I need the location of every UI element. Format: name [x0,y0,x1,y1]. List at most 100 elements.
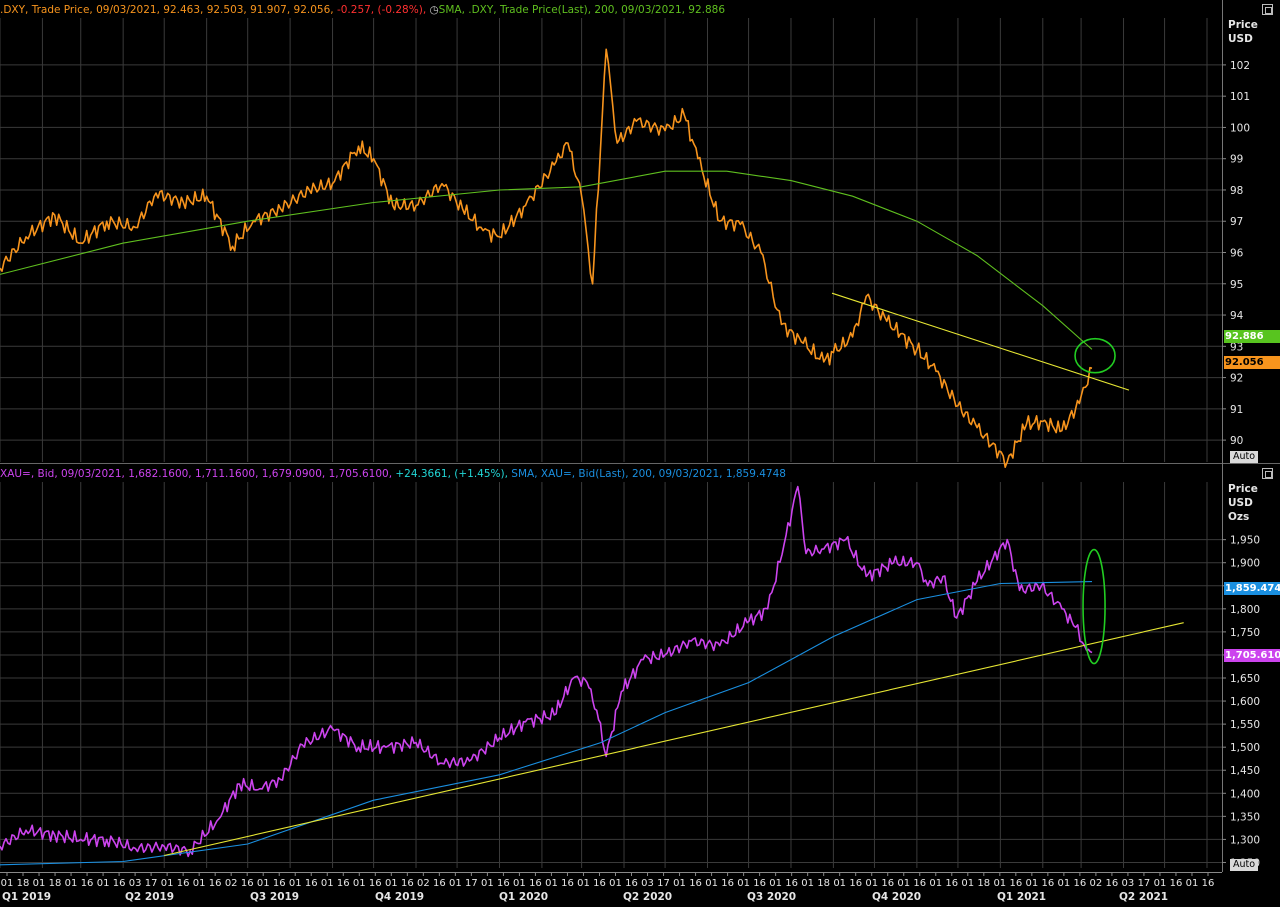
time-tick-label: 01 [801,878,814,889]
y-tick-label: 90 [1230,435,1243,447]
y-tick-label: 1,600 [1230,696,1260,708]
time-tick-label: 16 [177,878,190,889]
top-legend: .DXY, Trade Price, 09/03/2021, 92.463, 9… [0,1,1222,19]
y-tick-label: 1,500 [1230,742,1260,754]
y-tick-label: 92 [1230,373,1243,385]
time-tick-label: 01 [705,878,718,889]
y-tick-label: 95 [1230,279,1243,291]
time-tick-label: 16 [593,878,606,889]
time-tick-label: 16 [561,878,574,889]
time-tick-label: 01 [1154,878,1167,889]
chart-canvas[interactable]: 909192939495969798991001011021,2501,3001… [0,0,1280,903]
time-tick-label: 02 [225,878,238,889]
y-tick-label: 91 [1230,404,1243,416]
bottom-axis-title-line2: USD [1228,497,1253,509]
dxy-sma-legend-text: SMA, .DXY, Trade Price(Last), 200, 09/03… [438,4,726,16]
time-tick-label: 16 [241,878,254,889]
y-tick-label: 94 [1230,310,1244,322]
time-tick-label: 01 [161,878,174,889]
time-tick-label: 01 [897,878,910,889]
dxy-change-text: -0.257, (-0.28%), [336,4,427,16]
maximize-top-panel-icon[interactable] [1262,4,1273,15]
dxy-panel: 90 91 92 93 94 95 96 97 98 99 100 101 102 [0,48,1250,468]
time-tick-label: 16 [1074,878,1087,889]
time-tick-label: 16 [369,878,382,889]
time-tick-label: 18 [977,878,990,889]
time-tick-label: 16 [497,878,510,889]
y-tick-label: 1,450 [1230,765,1260,777]
clock-icon: ◷ [429,4,439,16]
time-tick-label: 16 [433,878,446,889]
time-tick-label: 01 [481,878,494,889]
xau-legend-text: XAU=, Bid, 09/03/2021, 1,682.1600, 1,711… [0,468,393,480]
y-tick-label: 99 [1230,154,1243,166]
xau-highlight-ellipse [1082,548,1106,665]
xau-last-price-tag: 1,705.610 [1224,649,1280,662]
time-tick-label: 01 [257,878,270,889]
time-tick-label: 01 [833,878,846,889]
y-tick-label: 101 [1230,91,1250,103]
time-tick-label: 01 [769,878,782,889]
bottom-legend: XAU=, Bid, 09/03/2021, 1,682.1600, 1,711… [0,465,1222,483]
time-tick-label: 01 [1025,878,1038,889]
y-tick-label: 1,400 [1230,788,1260,800]
y-tick-label: 1,300 [1230,834,1260,846]
time-tick-label: 01 [97,878,110,889]
dxy-last-price-tag: 92.056 [1224,356,1280,369]
quarter-label: Q1 2021 [997,891,1046,903]
time-tick-label: 16 [721,878,734,889]
time-tick-label: 16 [945,878,958,889]
y-tick-label: 1,950 [1230,535,1260,547]
time-tick-label: 01 [33,878,46,889]
time-tick-label: 16 [625,878,638,889]
quarter-label: Q2 2020 [623,891,672,903]
time-tick-label: 01 [577,878,590,889]
time-tick-label: 01 [609,878,622,889]
quarter-label: Q1 2019 [2,891,51,903]
y-tick-label: 1,900 [1230,558,1260,570]
y-tick-label: 96 [1230,248,1244,260]
time-tick-label: 16 [1009,878,1022,889]
time-tick-label: 01 [289,878,302,889]
time-tick-label: 01 [1186,878,1199,889]
top-auto-button[interactable]: Auto [1230,451,1258,463]
time-tick-label: 02 [417,878,430,889]
time-tick-label: 01 [65,878,78,889]
time-tick-label: 01 [993,878,1006,889]
time-tick-label: 03 [641,878,654,889]
time-tick-label: 01 [1058,878,1071,889]
time-tick-label: 01 [865,878,878,889]
time-tick-label: 16 [1106,878,1119,889]
time-tick-label: 01 [673,878,686,889]
xau-sma-legend-text: SMA, XAU=, Bid(Last), 200, 09/03/2021, 1… [511,468,786,480]
time-tick-label: 01 [449,878,462,889]
y-tick-label: 97 [1230,216,1243,228]
bottom-auto-button[interactable]: Auto [1230,859,1258,871]
time-tick-label: 16 [689,878,702,889]
y-tick-label: 102 [1230,60,1250,72]
y-tick-label: 1,750 [1230,627,1260,639]
bottom-axis-title-line1: Price [1228,483,1258,495]
time-tick-label: 01 [1,878,14,889]
time-tick-label: 16 [881,878,894,889]
time-tick-label: 17 [657,878,670,889]
time-tick-label: 16 [337,878,350,889]
time-tick-label: 16 [913,878,926,889]
time-tick-label: 02 [1090,878,1103,889]
time-tick-label: 01 [737,878,750,889]
top-axis-title-line1: Price [1228,19,1258,31]
time-tick-label: 16 [273,878,286,889]
bottom-axis-title: Price USD Ozs [1228,482,1258,524]
time-tick-label: 16 [1170,878,1183,889]
time-tick-label: 16 [401,878,414,889]
y-tick-label: 1,350 [1230,811,1260,823]
time-tick-label: 16 [113,878,126,889]
dxy-legend-text: .DXY, Trade Price, 09/03/2021, 92.463, 9… [0,4,334,16]
time-tick-label: 18 [17,878,30,889]
time-tick-label: 18 [49,878,62,889]
y-tick-label: 1,650 [1230,673,1260,685]
quarter-label: Q2 2019 [125,891,174,903]
maximize-bottom-panel-icon[interactable] [1262,468,1273,479]
time-tick-label: 01 [353,878,366,889]
quarter-label: Q3 2019 [250,891,299,903]
